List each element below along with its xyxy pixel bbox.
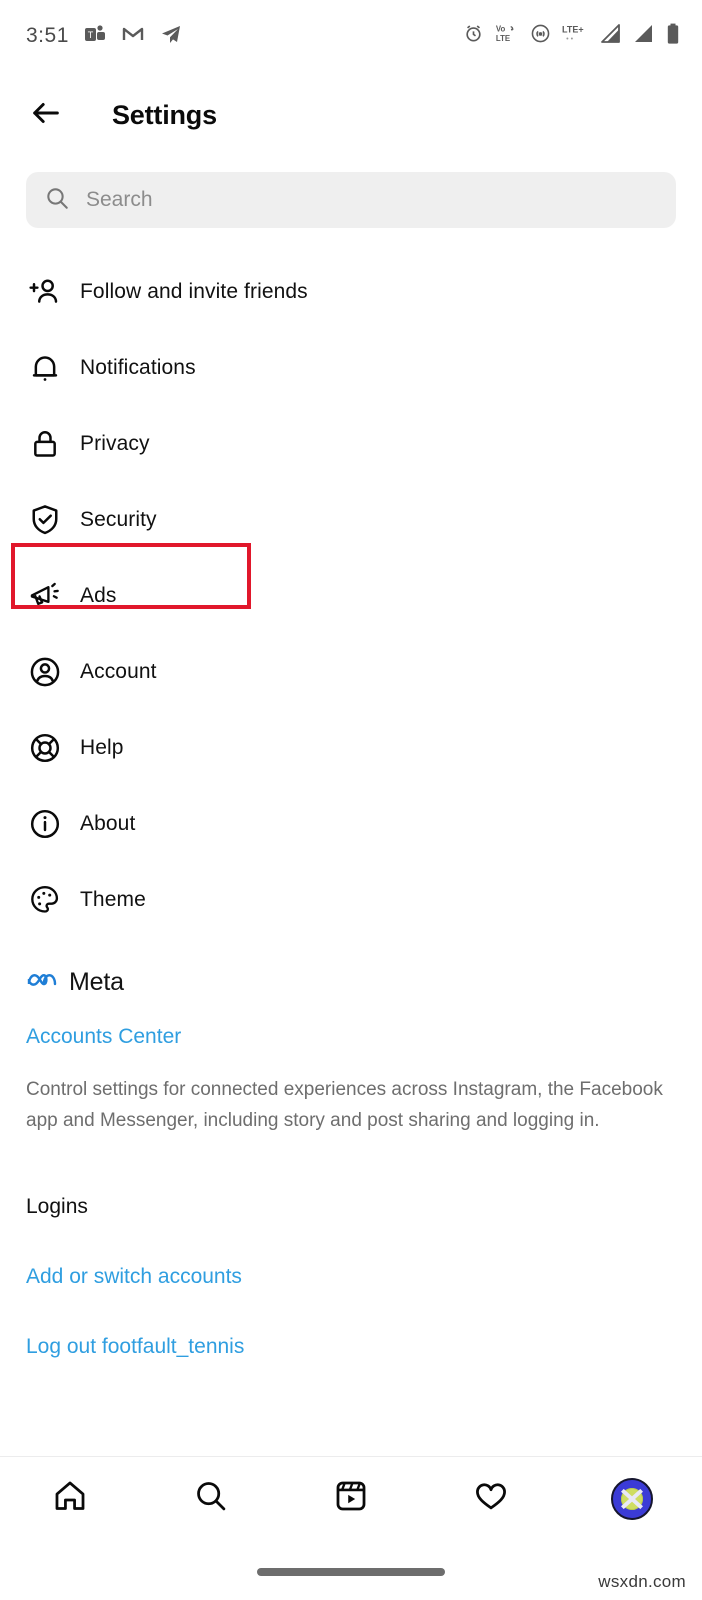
signal-bars-2-icon — [633, 23, 655, 49]
menu-item-label: Follow and invite friends — [80, 280, 308, 303]
palette-icon — [26, 881, 64, 919]
teams-icon: T — [83, 22, 107, 51]
menu-item-label: Security — [80, 508, 157, 531]
menu-item-help[interactable]: Help — [0, 710, 702, 786]
logins-heading: Logins — [26, 1194, 88, 1218]
hotspot-icon — [530, 23, 551, 49]
lock-icon — [26, 425, 64, 463]
battery-icon — [666, 23, 680, 50]
nav-search[interactable] — [178, 1466, 244, 1532]
home-indicator[interactable] — [257, 1568, 445, 1576]
menu-item-label: Theme — [80, 888, 146, 911]
logins-section: Logins Add or switch accounts Log out fo… — [0, 1195, 702, 1359]
home-icon — [52, 1478, 88, 1519]
menu-item-security[interactable]: Security — [0, 482, 702, 558]
meta-section: Meta Accounts Center Control settings fo… — [0, 938, 702, 1137]
arrow-left-icon — [29, 96, 63, 135]
menu-item-label: Notifications — [80, 356, 196, 379]
log-out-link[interactable]: Log out footfault_tennis — [26, 1335, 676, 1359]
person-add-icon — [26, 273, 64, 311]
account-circle-icon — [26, 653, 64, 691]
add-or-switch-accounts-link[interactable]: Add or switch accounts — [26, 1265, 676, 1289]
menu-item-label: About — [80, 812, 136, 835]
settings-menu: Follow and invite friends Notifications … — [0, 254, 702, 938]
status-bar: 3:51 T Vo LTE LTE+ — [0, 0, 702, 72]
accounts-center-link[interactable]: Accounts Center — [26, 1025, 676, 1049]
search-section: Search — [0, 158, 702, 228]
menu-item-label: Privacy — [80, 432, 150, 455]
svg-text:Vo: Vo — [496, 25, 506, 34]
svg-text:T: T — [88, 30, 94, 40]
search-icon — [193, 1478, 229, 1519]
menu-item-about[interactable]: About — [0, 786, 702, 862]
shield-check-icon — [26, 501, 64, 539]
nav-profile[interactable] — [599, 1466, 665, 1532]
search-placeholder: Search — [86, 188, 153, 211]
status-bar-right: Vo LTE LTE+ — [463, 23, 680, 50]
menu-item-label: Account — [80, 660, 157, 683]
nav-reels[interactable] — [318, 1466, 384, 1532]
back-button[interactable] — [26, 95, 66, 135]
menu-item-ads[interactable]: Ads — [0, 558, 702, 634]
bottom-navigation — [0, 1456, 702, 1540]
info-circle-icon — [26, 805, 64, 843]
status-clock: 3:51 — [26, 24, 69, 47]
menu-item-account[interactable]: Account — [0, 634, 702, 710]
alarm-clock-icon — [463, 23, 484, 49]
volte-icon: Vo LTE — [495, 23, 519, 49]
meta-logo: Meta — [26, 968, 676, 997]
menu-item-label: Ads — [80, 584, 117, 607]
reels-icon — [333, 1478, 369, 1519]
meta-infinity-icon — [26, 968, 60, 997]
menu-item-label: Help — [80, 736, 124, 759]
meta-description: Control settings for connected experienc… — [26, 1079, 663, 1131]
lte-plus-icon: LTE+ — [562, 23, 589, 49]
life-ring-icon — [26, 729, 64, 767]
meta-logo-text: Meta — [69, 968, 124, 996]
menu-item-follow-and-invite-friends[interactable]: Follow and invite friends — [0, 254, 702, 330]
avatar-icon — [610, 1477, 653, 1520]
nav-activity[interactable] — [458, 1466, 524, 1532]
svg-text:LTE: LTE — [496, 34, 510, 43]
menu-item-privacy[interactable]: Privacy — [0, 406, 702, 482]
heart-icon — [473, 1478, 509, 1519]
search-input[interactable]: Search — [26, 172, 676, 228]
bell-icon — [26, 349, 64, 387]
nav-home[interactable] — [37, 1466, 103, 1532]
gmail-icon — [121, 22, 145, 51]
svg-text:LTE+: LTE+ — [562, 25, 584, 35]
app-header: Settings — [0, 72, 702, 158]
menu-item-theme[interactable]: Theme — [0, 862, 702, 938]
menu-item-notifications[interactable]: Notifications — [0, 330, 702, 406]
watermark: wsxdn.com — [598, 1572, 686, 1591]
status-bar-left: 3:51 T — [26, 22, 183, 51]
search-icon — [44, 185, 70, 216]
signal-bars-1-icon — [600, 23, 622, 49]
megaphone-icon — [26, 577, 64, 615]
telegram-icon — [159, 22, 183, 51]
page-title: Settings — [112, 99, 217, 130]
